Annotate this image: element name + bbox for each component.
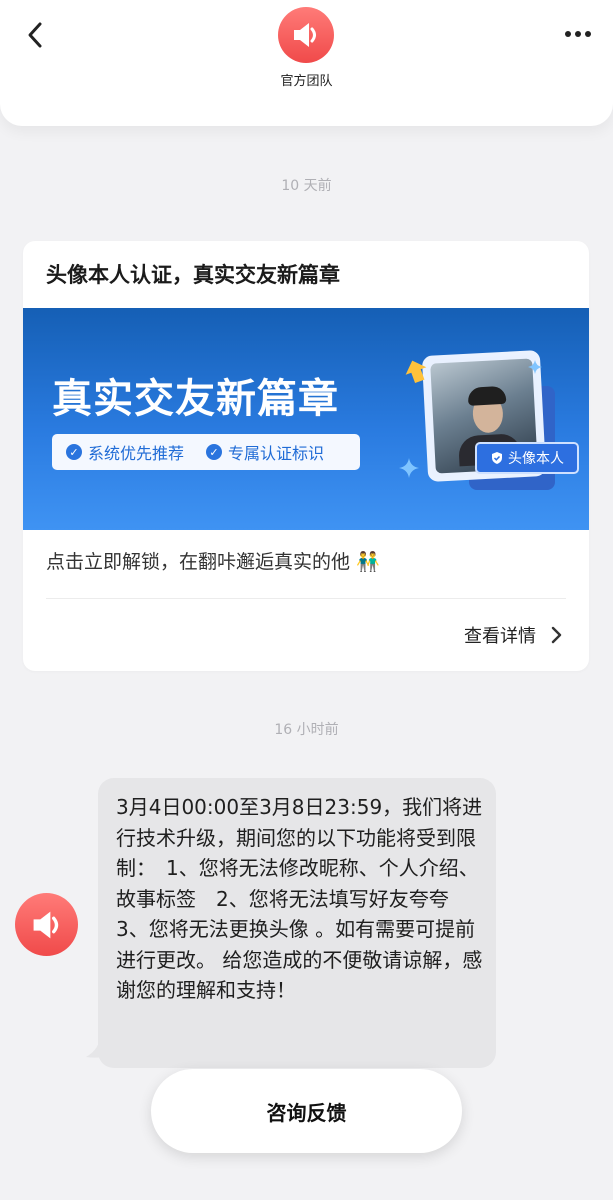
shield-check-icon bbox=[492, 452, 502, 464]
more-button[interactable] bbox=[563, 24, 593, 44]
feature-item: ✓ 专属认证标识 bbox=[206, 440, 324, 464]
pencil-icon bbox=[405, 360, 427, 384]
view-details-label: 查看详情 bbox=[464, 626, 536, 647]
page-title: 官方团队 bbox=[280, 74, 333, 89]
card-description: 点击立即解锁，在翻咔邂逅真实的他 👬 bbox=[46, 551, 380, 573]
view-details-link[interactable]: 查看详情 bbox=[464, 622, 564, 648]
message-text: 3月4日00:00至3月8日23:59，我们将进行技术升级，期间您的以下功能将受… bbox=[116, 795, 483, 1002]
message-bubble[interactable]: 3月4日00:00至3月8日23:59，我们将进行技术升级，期间您的以下功能将受… bbox=[98, 778, 496, 1068]
timestamp: 16 小时前 bbox=[274, 722, 339, 738]
verified-tag: 头像本人 bbox=[475, 442, 579, 474]
check-icon: ✓ bbox=[206, 444, 223, 460]
feature-item: ✓ 系统优先推荐 bbox=[66, 440, 184, 464]
sparkle-icon bbox=[528, 360, 542, 374]
check-icon: ✓ bbox=[66, 444, 82, 460]
couple-emoji: 👬 bbox=[356, 551, 380, 573]
more-dots-icon bbox=[565, 31, 591, 37]
chevron-left-icon bbox=[28, 22, 42, 48]
divider bbox=[46, 598, 566, 599]
feedback-button[interactable]: 咨询反馈 bbox=[151, 1069, 462, 1153]
sender-avatar[interactable] bbox=[15, 893, 78, 956]
timestamp: 10 天前 bbox=[281, 178, 332, 194]
official-team-avatar[interactable] bbox=[278, 7, 334, 63]
speaker-icon bbox=[294, 23, 316, 47]
promo-card[interactable]: 头像本人认证，真实交友新篇章 真实交友新篇章 ✓ 系统优先推荐 ✓ 专属认证标识 bbox=[23, 241, 589, 671]
chevron-right-icon bbox=[551, 626, 562, 644]
header: 官方团队 bbox=[0, 0, 613, 126]
feature-label: 系统优先推荐 bbox=[88, 444, 185, 463]
feature-label: 专属认证标识 bbox=[228, 444, 325, 463]
speaker-icon bbox=[33, 911, 58, 938]
verified-tag-label: 头像本人 bbox=[508, 451, 564, 467]
back-button[interactable] bbox=[22, 20, 52, 50]
card-title: 头像本人认证，真实交友新篇章 bbox=[46, 263, 340, 287]
feature-pill: ✓ 系统优先推荐 ✓ 专属认证标识 bbox=[52, 434, 360, 470]
banner-headline: 真实交友新篇章 bbox=[52, 376, 339, 422]
sparkle-icon bbox=[399, 458, 419, 478]
promo-banner[interactable]: 真实交友新篇章 ✓ 系统优先推荐 ✓ 专属认证标识 头像本人 bbox=[23, 308, 589, 530]
